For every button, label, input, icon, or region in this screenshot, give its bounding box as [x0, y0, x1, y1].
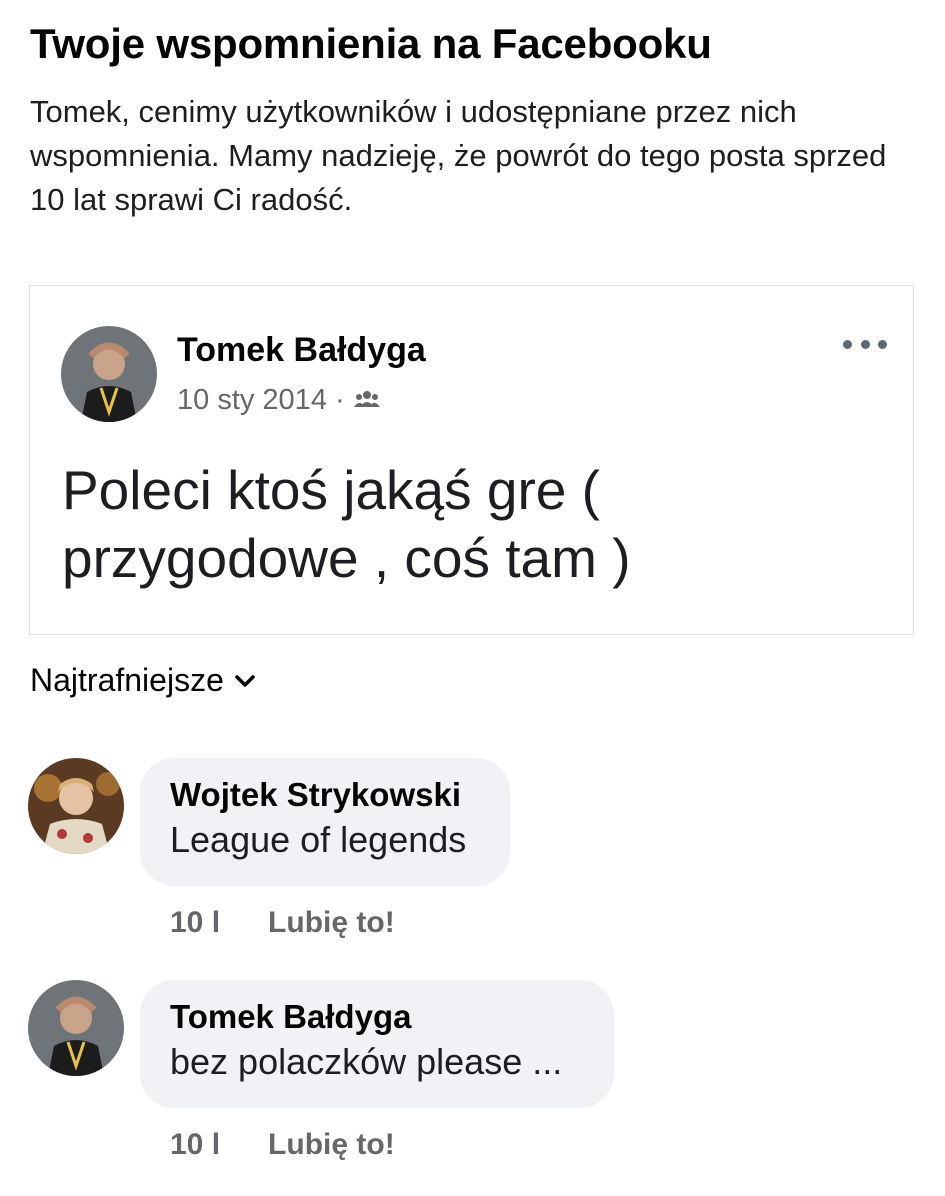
friends-icon [353, 382, 381, 418]
comment-text: bez polaczków please ... [170, 1041, 563, 1082]
post-meta: 10 sty 2014 · [177, 382, 381, 418]
like-button[interactable]: Lubię to! [268, 1128, 395, 1162]
more-dots-icon[interactable] [843, 332, 887, 356]
comment-actions: 10 l Lubię to! [170, 1128, 395, 1162]
memory-intro-text: Tomek, cenimy użytkowników i udostępnian… [30, 94, 887, 217]
comment-bubble: Wojtek Strykowski League of legends [140, 758, 510, 886]
avatar[interactable] [28, 980, 124, 1076]
comment-item: Tomek Bałdyga bez polaczków please ... 1… [28, 980, 928, 1180]
comment-time[interactable]: 10 l [170, 906, 220, 940]
comment-text: League of legends [170, 819, 467, 860]
like-button[interactable]: Lubię to! [268, 906, 395, 940]
comments-sort-dropdown[interactable]: Najtrafniejsze [30, 662, 256, 699]
page-title: Twoje wspomnienia na Facebooku [30, 20, 712, 67]
avatar[interactable] [61, 326, 157, 422]
avatar[interactable] [28, 758, 124, 854]
post-text: Poleci ktoś jakąś gre ( przygodowe , coś… [62, 459, 631, 589]
comment-item: Wojtek Strykowski League of legends 10 l… [28, 758, 928, 940]
post-author-name[interactable]: Tomek Bałdyga [177, 330, 426, 370]
post-date[interactable]: 10 sty 2014 [177, 382, 327, 418]
memory-post-card: Tomek Bałdyga 10 sty 2014 · Poleci ktoś … [29, 285, 914, 635]
comment-actions: 10 l Lubię to! [170, 906, 395, 940]
comment-author-name[interactable]: Wojtek Strykowski [170, 774, 480, 816]
meta-separator: · [334, 384, 345, 416]
chevron-down-icon [235, 674, 255, 687]
comment-author-name[interactable]: Tomek Bałdyga [170, 996, 584, 1038]
comment-bubble: Tomek Bałdyga bez polaczków please ... [140, 980, 614, 1108]
sort-label: Najtrafniejsze [30, 662, 224, 698]
comment-time[interactable]: 10 l [170, 1128, 220, 1162]
